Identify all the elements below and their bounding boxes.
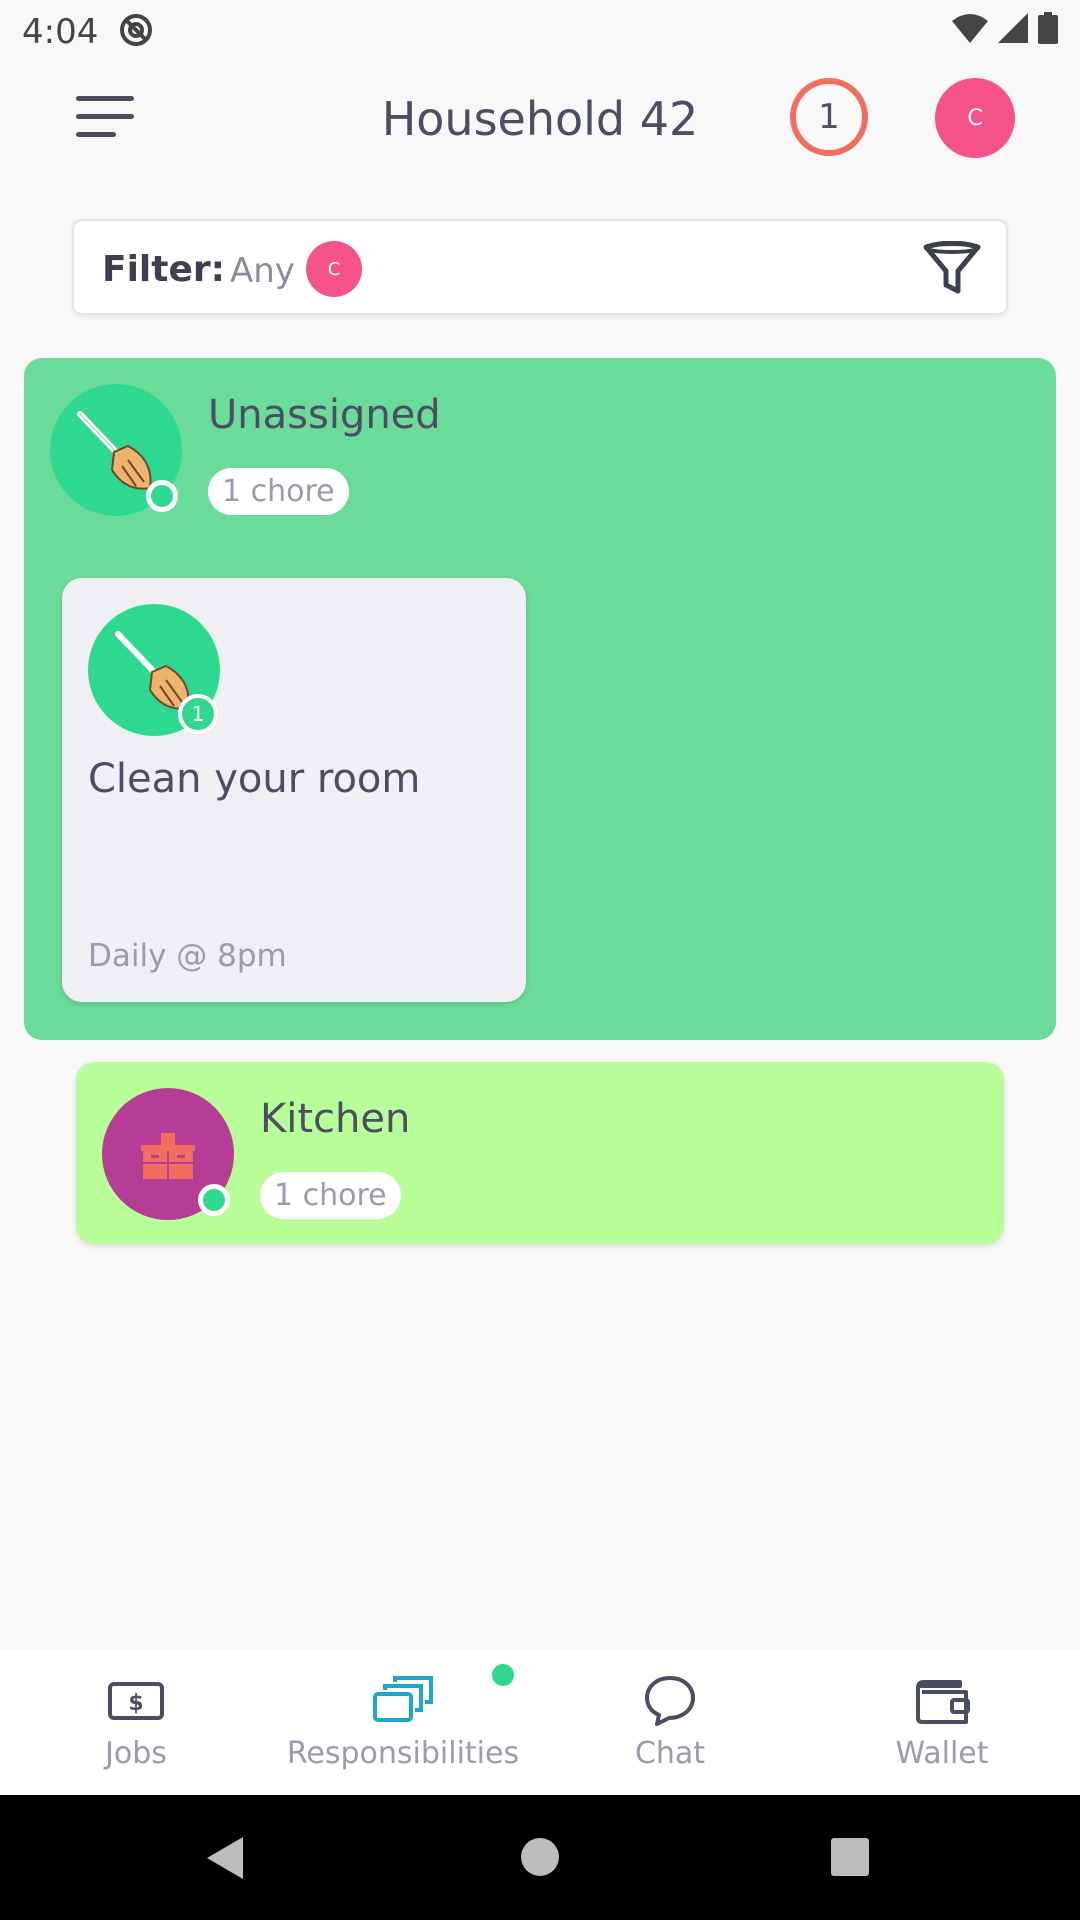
- sync-off-icon: [118, 12, 154, 52]
- wallet-icon: [912, 1670, 972, 1732]
- status-indicators: [952, 12, 1058, 44]
- wifi-icon: [952, 14, 988, 43]
- chore-count-pill: 1 chore: [208, 468, 349, 515]
- chore-schedule: Daily @ 8pm: [88, 938, 287, 974]
- filter-avatar: C: [306, 241, 362, 297]
- chat-bubble-icon: [643, 1670, 697, 1732]
- system-nav-bar: [0, 1795, 1080, 1920]
- filter-label: Filter:: [102, 249, 226, 290]
- nav-wallet[interactable]: Wallet: [882, 1650, 1002, 1795]
- nav-chat[interactable]: Chat: [610, 1650, 730, 1795]
- filter-bar[interactable]: Filter: Any C: [72, 219, 1008, 315]
- group-kitchen[interactable]: Kitchen 1 chore: [76, 1062, 1004, 1244]
- group-name: Kitchen: [260, 1096, 411, 1142]
- funnel-icon[interactable]: [922, 240, 982, 301]
- signal-icon: [998, 13, 1028, 43]
- recents-icon[interactable]: [830, 1837, 870, 1881]
- app-header: Household 42 1 C: [0, 64, 1080, 174]
- nav-active-dot: [492, 1664, 514, 1686]
- battery-icon: [1038, 12, 1058, 44]
- chore-count-badge: 1: [178, 694, 218, 734]
- nav-label: Chat: [634, 1736, 706, 1771]
- chore-avatar: 1: [88, 604, 220, 736]
- nav-label: Wallet: [895, 1736, 989, 1771]
- back-icon[interactable]: [205, 1835, 245, 1885]
- nav-responsibilities[interactable]: Responsibilities: [280, 1650, 526, 1795]
- filter-value: Any: [230, 251, 295, 291]
- money-icon: $: [106, 1670, 166, 1732]
- nav-jobs[interactable]: $ Jobs: [76, 1650, 196, 1795]
- chore-card[interactable]: 1 Clean your room Daily @ 8pm: [62, 578, 526, 1002]
- chore-title: Clean your room: [88, 756, 421, 802]
- status-dot: [146, 480, 178, 512]
- home-icon[interactable]: [520, 1837, 560, 1881]
- status-dot: [198, 1184, 230, 1216]
- group-name: Unassigned: [208, 392, 441, 438]
- kitchen-counter-icon: [141, 1133, 195, 1179]
- status-bar: 4:04: [0, 0, 1080, 64]
- notification-badge[interactable]: 1: [790, 78, 868, 156]
- bottom-nav: $ Jobs Responsibilities Chat Wallet: [0, 1650, 1080, 1795]
- status-time: 4:04: [22, 12, 99, 52]
- svg-text:$: $: [128, 1691, 143, 1716]
- user-avatar[interactable]: C: [935, 78, 1015, 158]
- nav-label: Responsibilities: [286, 1736, 520, 1771]
- cards-icon: [371, 1670, 435, 1732]
- group-avatar: [50, 384, 182, 516]
- chore-count-pill: 1 chore: [260, 1172, 401, 1219]
- group-unassigned[interactable]: Unassigned 1 chore 1 Clean your room Dai…: [24, 358, 1056, 1040]
- nav-label: Jobs: [105, 1736, 167, 1771]
- page-title: Household 42: [381, 92, 699, 146]
- group-avatar: [102, 1088, 234, 1220]
